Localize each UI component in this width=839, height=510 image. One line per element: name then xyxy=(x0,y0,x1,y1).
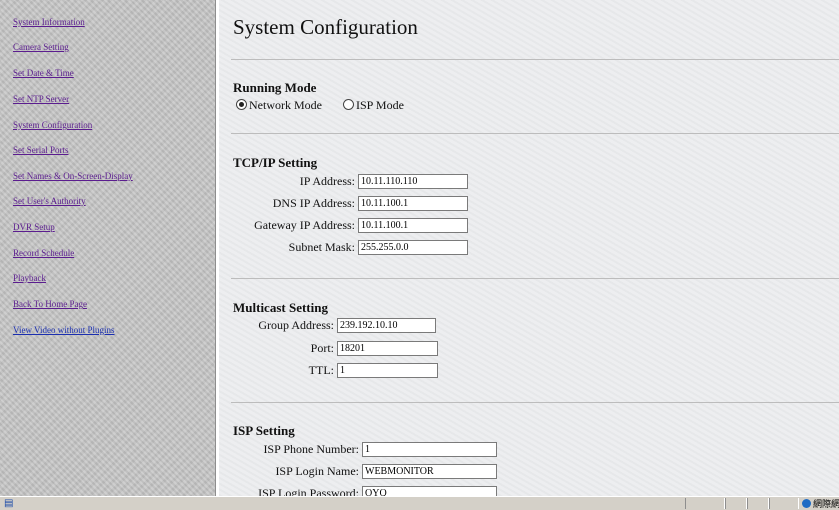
sidebar-item-set-date-time[interactable]: Set Date & Time xyxy=(13,68,74,78)
isp-login-password-input[interactable]: OYQ xyxy=(362,486,497,496)
dns-ip-input[interactable]: 10.11.100.1 xyxy=(358,196,468,211)
zone-label: 網際網路 xyxy=(813,500,839,510)
isp-phone-label: ISP Phone Number: xyxy=(263,442,359,456)
radio-unselected-icon[interactable] xyxy=(343,99,354,110)
sidebar-item-back-to-home[interactable]: Back To Home Page xyxy=(13,299,87,309)
status-segment xyxy=(685,498,725,509)
security-zone: 網際網路 xyxy=(802,497,839,510)
ip-address-input[interactable]: 10.11.110.110 xyxy=(358,174,468,189)
sidebar-item-dvr-setup[interactable]: DVR Setup xyxy=(13,222,55,232)
sidebar-item-set-ntp-server[interactable]: Set NTP Server xyxy=(13,94,69,104)
radio-selected-icon[interactable] xyxy=(236,99,247,110)
sidebar-item-camera-setting[interactable]: Camera Setting xyxy=(13,42,69,52)
status-segment xyxy=(747,498,769,509)
network-mode-radio[interactable]: Network Mode xyxy=(236,98,322,113)
sidebar-item-system-configuration[interactable]: System Configuration xyxy=(13,120,92,130)
status-segment xyxy=(725,498,747,509)
sidebar-item-record-schedule[interactable]: Record Schedule xyxy=(13,248,74,258)
isp-login-name-label: ISP Login Name: xyxy=(275,464,359,478)
section-divider xyxy=(231,278,839,279)
isp-login-name-input[interactable]: WEBMONITOR xyxy=(362,464,497,479)
browser-status-bar: ▤ 網際網路 xyxy=(0,496,839,510)
subnet-mask-input[interactable]: 255.255.0.0 xyxy=(358,240,468,255)
ie-page-icon: ▤ xyxy=(4,498,14,509)
isp-phone-input[interactable]: 1 xyxy=(362,442,497,457)
isp-mode-radio[interactable]: ISP Mode xyxy=(343,98,404,113)
section-divider xyxy=(231,59,839,60)
subnet-mask-label: Subnet Mask: xyxy=(288,240,355,254)
gateway-ip-input[interactable]: 10.11.100.1 xyxy=(358,218,468,233)
sidebar-item-system-information[interactable]: System Information xyxy=(13,17,85,27)
gateway-ip-label: Gateway IP Address: xyxy=(254,218,355,232)
network-mode-label: Network Mode xyxy=(249,98,322,112)
sidebar-item-playback[interactable]: Playback xyxy=(13,273,46,283)
group-address-input[interactable]: 239.192.10.10 xyxy=(337,318,436,333)
tcpip-heading: TCP/IP Setting xyxy=(233,155,318,170)
ttl-input[interactable]: 1 xyxy=(337,363,438,378)
isp-heading: ISP Setting xyxy=(233,423,295,438)
port-label: Port: xyxy=(310,341,334,355)
sidebar-nav: System Information Camera Setting Set Da… xyxy=(0,0,215,496)
isp-mode-label: ISP Mode xyxy=(356,98,404,112)
dns-ip-label: DNS IP Address: xyxy=(272,196,355,210)
sidebar-item-set-names-osd[interactable]: Set Names & On-Screen-Display xyxy=(13,171,133,181)
sidebar-item-set-serial-ports[interactable]: Set Serial Ports xyxy=(13,145,69,155)
ip-address-label: IP Address: xyxy=(299,174,355,188)
port-input[interactable]: 18201 xyxy=(337,341,438,356)
section-divider xyxy=(231,133,839,134)
globe-icon xyxy=(802,499,811,508)
main-content: System Configuration Running Mode Networ… xyxy=(219,0,839,496)
ttl-label: TTL: xyxy=(308,363,334,377)
section-divider xyxy=(231,402,839,403)
status-segment xyxy=(769,498,799,509)
group-address-label: Group Address: xyxy=(258,318,334,332)
sidebar-item-view-video-without-plugins[interactable]: View Video without Plugins xyxy=(13,325,115,335)
page-title: System Configuration xyxy=(233,15,418,39)
isp-login-password-label: ISP Login Password: xyxy=(258,486,359,496)
sidebar-item-set-users-authority[interactable]: Set User's Authority xyxy=(13,196,86,206)
multicast-heading: Multicast Setting xyxy=(233,300,328,315)
running-mode-heading: Running Mode xyxy=(233,80,317,95)
